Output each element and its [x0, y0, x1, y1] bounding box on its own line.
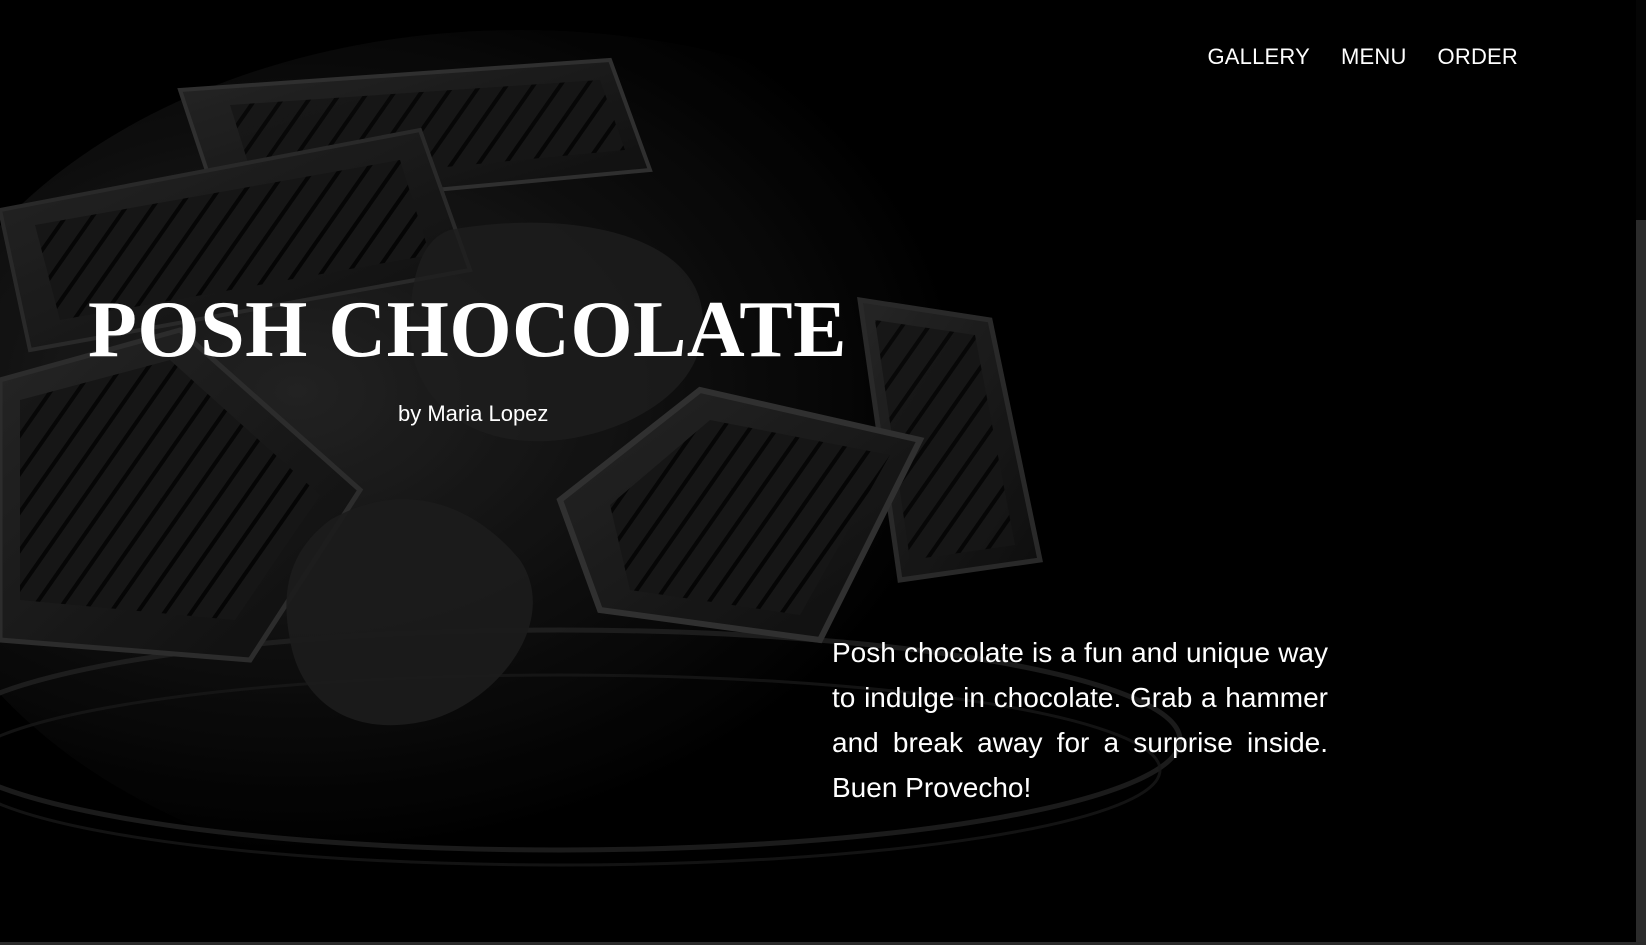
hero-description: Posh chocolate is a fun and unique way t…	[832, 637, 1328, 803]
hero-title: POSH CHOCOLATE	[88, 286, 847, 374]
scrollbar-thumb[interactable]	[1636, 220, 1646, 945]
hero-byline: by Maria Lopez	[398, 401, 549, 426]
vertical-scrollbar[interactable]	[1636, 0, 1646, 945]
main-navigation: GALLERY MENU ORDER	[1207, 44, 1518, 70]
chocolate-bars-image	[0, 0, 1646, 945]
nav-link-gallery[interactable]: GALLERY	[1207, 44, 1310, 70]
nav-link-menu[interactable]: MENU	[1341, 44, 1407, 70]
page: GALLERY MENU ORDER POSH CHOCOLATE by Mar…	[0, 0, 1646, 945]
nav-link-order[interactable]: ORDER	[1438, 44, 1518, 70]
